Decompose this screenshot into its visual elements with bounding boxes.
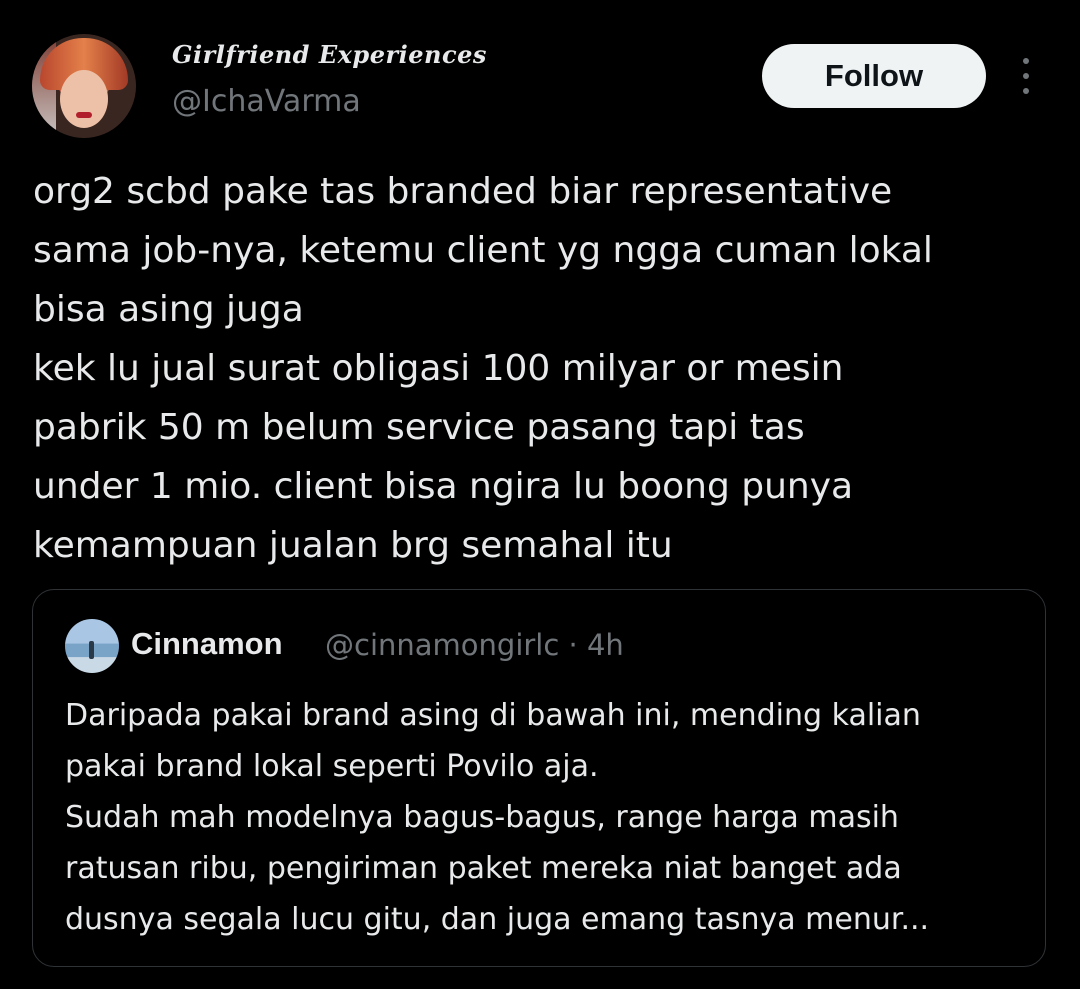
- author-handle[interactable]: @IchaVarma: [172, 84, 361, 119]
- author-avatar[interactable]: [32, 34, 136, 138]
- quote-author-avatar[interactable]: [65, 619, 119, 673]
- quote-tweet-card[interactable]: Cinnamon @cinnamongirlc · 4h Daripada pa…: [32, 589, 1046, 967]
- follow-button[interactable]: Follow: [762, 44, 986, 108]
- author-display-name[interactable]: Girlfriend Experiences: [172, 40, 487, 69]
- avatar-lips: [76, 112, 92, 118]
- more-vertical-icon[interactable]: [1012, 58, 1040, 94]
- quote-author-name[interactable]: Cinnamon: [131, 626, 283, 662]
- quote-author-handle[interactable]: @cinnamongirlc · 4h: [325, 628, 624, 662]
- avatar-figure: [89, 641, 94, 659]
- more-dot: [1023, 73, 1029, 79]
- more-dot: [1023, 88, 1029, 94]
- more-dot: [1023, 58, 1029, 64]
- tweet-text: org2 scbd pake tas branded biar represen…: [33, 171, 933, 566]
- quote-tweet-text: Daripada pakai brand asing di bawah ini,…: [65, 698, 930, 937]
- avatar-face: [60, 70, 108, 128]
